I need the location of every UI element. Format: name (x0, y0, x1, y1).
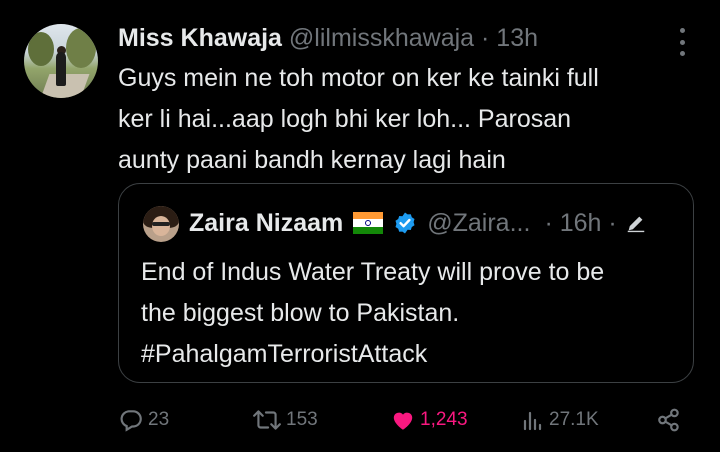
author-name[interactable]: Miss Khawaja (118, 24, 282, 52)
quoted-author-name[interactable]: Zaira Nizaam (189, 206, 343, 240)
quoted-author-avatar[interactable] (143, 206, 179, 242)
share-icon (658, 408, 679, 432)
reply-button[interactable]: 23 (118, 406, 169, 434)
author-avatar[interactable] (24, 24, 98, 98)
quoted-author-handle[interactable]: @Zaira... (427, 206, 530, 240)
views-button[interactable]: 27.1K (521, 406, 599, 434)
analytics-icon (523, 411, 542, 431)
like-count: 1,243 (420, 409, 468, 430)
reply-count: 23 (148, 409, 170, 430)
quoted-tweet-header: Zaira Nizaam @Zaira... · 16h · (189, 206, 647, 240)
quoted-tweet-text: End of Indus Water Treaty will prove to … (141, 258, 605, 368)
share-button[interactable] (656, 406, 682, 434)
author-handle[interactable]: @lilmisskhawaja (289, 24, 474, 52)
repost-count: 153 (286, 409, 318, 430)
quoted-tweet-time[interactable]: · 16h · (544, 206, 616, 240)
repost-button[interactable]: 153 (252, 406, 318, 434)
india-flag-icon (353, 212, 384, 234)
heart-icon (393, 412, 413, 430)
action-bar: 23 153 1,243 27.1K (0, 400, 720, 440)
separator: · (481, 24, 490, 52)
like-button[interactable]: 1,243 (390, 406, 468, 434)
edited-pencil-icon[interactable] (625, 212, 647, 234)
more-options-icon[interactable] (672, 28, 692, 56)
reply-icon (120, 410, 142, 432)
repost-icon (253, 410, 281, 430)
view-count: 27.1K (549, 409, 599, 430)
tweet-time[interactable]: 13h (496, 24, 538, 52)
quoted-tweet[interactable]: Zaira Nizaam @Zaira... · 16h · End of In… (118, 183, 694, 383)
tweet-text: Guys mein ne toh motor on ker ke tainki … (118, 64, 599, 174)
tweet-header: Miss Khawaja @lilmisskhawaja · 13h (118, 22, 538, 54)
verified-badge-icon (395, 212, 415, 234)
